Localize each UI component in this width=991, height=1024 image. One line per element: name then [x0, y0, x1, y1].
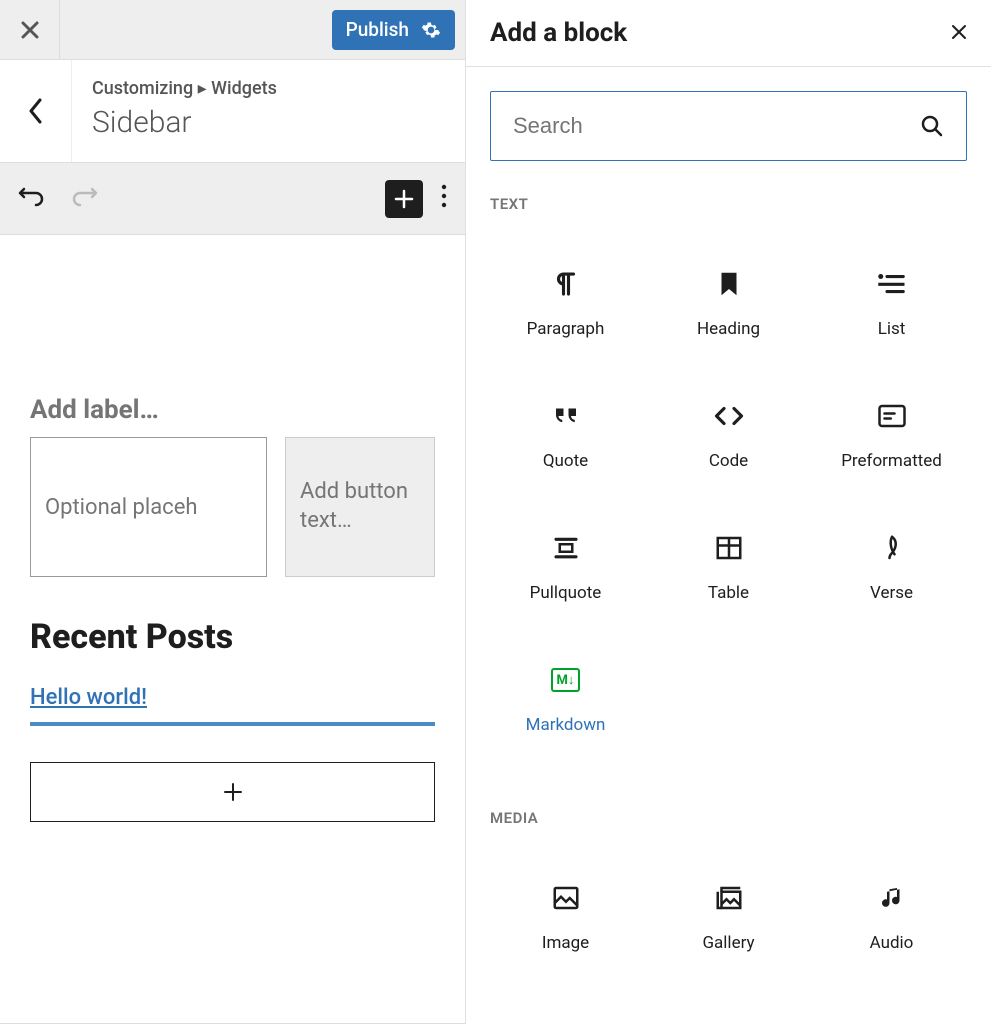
search-label-placeholder[interactable]: Add label… [30, 395, 435, 425]
back-button[interactable] [0, 60, 72, 162]
more-vertical-icon [441, 184, 447, 208]
block-label: Verse [870, 583, 913, 603]
markdown-icon: M↓ [549, 663, 583, 697]
block-label: Quote [543, 451, 588, 471]
block-label: Image [542, 933, 589, 953]
undo-button[interactable] [18, 185, 46, 213]
add-block-toggle-button[interactable] [385, 180, 423, 218]
table-icon [712, 531, 746, 565]
breadcrumb-section: Widgets [211, 78, 277, 99]
search-input-placeholder[interactable]: Optional placeh [30, 437, 267, 577]
gallery-icon [712, 881, 746, 915]
section-label: TEXT [490, 195, 967, 213]
block-grid: Paragraph Heading List Quote Code Preformatte… [490, 243, 967, 759]
inserter-search[interactable] [490, 91, 967, 161]
block-image[interactable]: Image [490, 857, 641, 977]
block-label: Gallery [702, 933, 754, 953]
add-widget-button[interactable] [30, 762, 435, 822]
close-icon [21, 21, 39, 39]
block-label: Heading [697, 319, 760, 339]
block-label: Preformatted [841, 451, 942, 471]
redo-button[interactable] [70, 185, 98, 213]
code-icon [712, 399, 746, 433]
top-bar: Publish [0, 0, 465, 60]
section-label: MEDIA [490, 809, 967, 827]
search-widget: Optional placeh Add button text… [30, 437, 435, 577]
more-options-button[interactable] [441, 184, 447, 214]
block-label: Code [709, 451, 748, 471]
plus-icon [393, 188, 415, 210]
recent-posts-heading: Recent Posts [30, 617, 435, 657]
verse-icon [875, 531, 909, 565]
block-label: Markdown [526, 715, 606, 735]
inserter-body: TEXT Paragraph Heading List Quote Code Preform… [466, 67, 991, 1024]
breadcrumb-parent: Customizing [92, 78, 193, 99]
block-verse[interactable]: Verse [816, 507, 967, 627]
search-button-placeholder[interactable]: Add button text… [285, 437, 435, 577]
chevron-left-icon [28, 98, 44, 124]
post-link[interactable]: Hello world! [30, 685, 147, 710]
block-label: Table [708, 583, 749, 603]
block-code[interactable]: Code [653, 375, 804, 495]
inserter-title: Add a block [490, 18, 627, 48]
block-grid: Image Gallery Audio [490, 857, 967, 977]
image-icon [549, 881, 583, 915]
search-input[interactable] [513, 113, 920, 139]
bookmark-icon [712, 267, 746, 301]
list-icon [875, 267, 909, 301]
inserter-close-button[interactable] [951, 21, 967, 46]
breadcrumb: Customizing ▸ Widgets Sidebar [72, 60, 465, 162]
publish-label: Publish [346, 18, 409, 41]
plus-icon [222, 781, 244, 803]
search-icon [920, 114, 944, 138]
block-label: Paragraph [527, 319, 605, 339]
inserter-header: Add a block [466, 0, 991, 67]
pullquote-icon [549, 531, 583, 565]
post-divider [30, 722, 435, 726]
block-markdown[interactable]: M↓ Markdown [490, 639, 641, 759]
undo-icon [18, 187, 46, 207]
block-label: Pullquote [530, 583, 602, 603]
redo-icon [70, 187, 98, 207]
preformatted-icon [875, 399, 909, 433]
block-inserter-panel: Add a block TEXT Paragraph Heading List Quot… [466, 0, 991, 1024]
block-preformatted[interactable]: Preformatted [816, 375, 967, 495]
editor-canvas: Add label… Optional placeh Add button te… [0, 235, 465, 1024]
breadcrumb-separator: ▸ [198, 78, 207, 99]
audio-icon [875, 881, 909, 915]
pilcrow-icon [549, 267, 583, 301]
close-button[interactable] [0, 0, 60, 60]
block-paragraph[interactable]: Paragraph [490, 243, 641, 363]
block-pullquote[interactable]: Pullquote [490, 507, 641, 627]
breadcrumb-row: Customizing ▸ Widgets Sidebar [0, 60, 465, 163]
publish-button[interactable]: Publish [332, 10, 455, 50]
block-list[interactable]: List [816, 243, 967, 363]
editor-toolbar [0, 163, 465, 235]
page-title: Sidebar [92, 105, 445, 140]
customizer-panel: Publish Customizing ▸ Widgets Sidebar [0, 0, 466, 1024]
block-label: Audio [870, 933, 914, 953]
block-gallery[interactable]: Gallery [653, 857, 804, 977]
block-heading[interactable]: Heading [653, 243, 804, 363]
gear-icon [421, 20, 441, 40]
close-icon [951, 24, 967, 40]
block-label: List [878, 319, 906, 339]
quote-icon [549, 399, 583, 433]
block-quote[interactable]: Quote [490, 375, 641, 495]
block-audio[interactable]: Audio [816, 857, 967, 977]
block-table[interactable]: Table [653, 507, 804, 627]
